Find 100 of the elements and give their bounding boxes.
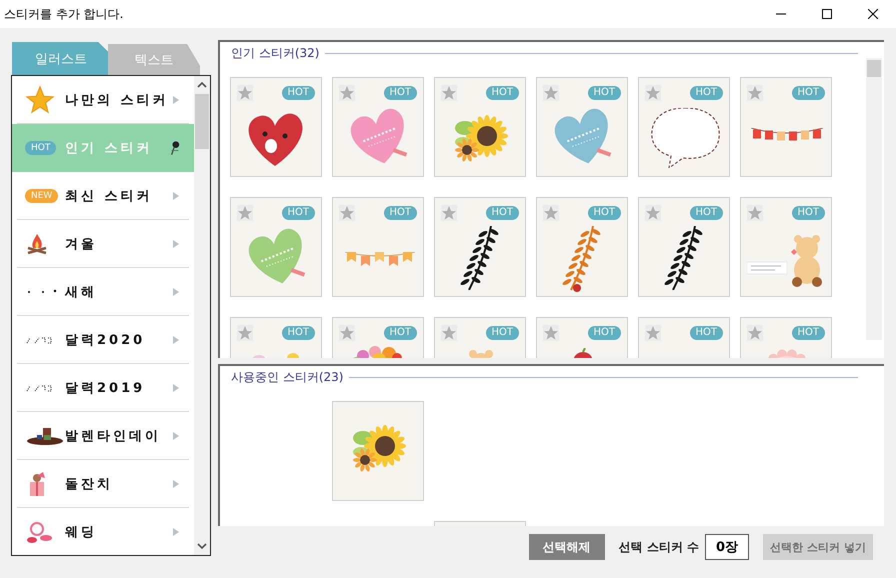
triangle-right-icon[interactable] xyxy=(173,192,179,200)
count-field: 0장 xyxy=(705,534,749,560)
category-label: 돌잔치 xyxy=(65,476,114,492)
hot-badge: HOT xyxy=(486,326,519,340)
category-item[interactable]: 새해 xyxy=(17,268,189,316)
triangle-right-icon[interactable] xyxy=(173,96,179,104)
star-icon[interactable] xyxy=(441,205,457,221)
triangle-right-icon[interactable] xyxy=(173,240,179,248)
star-icon[interactable] xyxy=(339,205,355,221)
sticker-tile[interactable]: HOT xyxy=(332,77,424,177)
category-item[interactable]: 웨딩 xyxy=(17,508,189,555)
triangle-right-icon[interactable] xyxy=(173,336,179,344)
star-icon[interactable] xyxy=(543,325,559,341)
hot-badge: HOT xyxy=(690,326,723,340)
triangle-right-icon[interactable] xyxy=(173,288,179,296)
sticker-tile[interactable]: HOT xyxy=(434,77,526,177)
sticker-tile[interactable]: HOT xyxy=(536,77,628,177)
category-item[interactable]: 달력2019 xyxy=(17,364,189,412)
chocolate-box-icon xyxy=(25,426,65,446)
sticker-tile[interactable]: HOT xyxy=(434,197,526,297)
close-icon xyxy=(868,9,878,19)
chevron-up-icon[interactable] xyxy=(197,81,207,89)
star-icon[interactable] xyxy=(237,205,253,221)
window-title: 스티커를 추가 합니다. xyxy=(3,6,124,22)
sticker-tile[interactable] xyxy=(332,401,424,501)
sticker-tile[interactable]: HOT xyxy=(434,317,526,358)
triangle-right-icon[interactable] xyxy=(173,480,179,488)
sticker-tile[interactable]: HOT xyxy=(638,317,730,358)
category-item[interactable]: 돌잔치 xyxy=(17,460,189,508)
category-item[interactable]: HOT 인기 스티커 xyxy=(12,124,194,172)
scrollbar-thumb[interactable] xyxy=(195,94,209,149)
sticker-tile[interactable]: HOT xyxy=(536,317,628,358)
star-icon[interactable] xyxy=(645,325,661,341)
hot-badge: HOT xyxy=(792,206,825,220)
triangle-right-icon[interactable] xyxy=(173,528,179,536)
sticker-tile[interactable]: HOT xyxy=(740,197,832,297)
triangle-right-icon[interactable] xyxy=(173,384,179,392)
sticker-tile[interactable]: HOT xyxy=(740,77,832,177)
section-title: 인기 스티커(32) xyxy=(231,45,320,62)
hot-badge: HOT xyxy=(282,86,315,100)
star-icon[interactable] xyxy=(441,325,457,341)
deselect-button[interactable]: 선택해제 xyxy=(528,534,605,560)
autumn-twig-drawing xyxy=(561,226,602,292)
star-icon[interactable] xyxy=(339,325,355,341)
hot-badge: HOT xyxy=(384,86,417,100)
star-icon[interactable] xyxy=(747,205,763,221)
sticker-tile[interactable]: HOT xyxy=(536,197,628,297)
star-icon[interactable] xyxy=(747,325,763,341)
sticker-tile[interactable]: HOT xyxy=(230,197,322,297)
hot-badge: HOT xyxy=(792,86,825,100)
hot-badge: HOT xyxy=(282,206,315,220)
hot-badge: HOT xyxy=(588,326,621,340)
count-label: 선택 스티커 수 xyxy=(618,538,699,556)
star-icon[interactable] xyxy=(237,85,253,101)
hot-badge: HOT xyxy=(588,206,621,220)
sticker-tile[interactable]: HOT xyxy=(638,77,730,177)
sunflower-drawing xyxy=(455,115,508,163)
section-title: 사용중인 스티커(23) xyxy=(231,369,344,386)
star-icon[interactable] xyxy=(645,85,661,101)
chevron-down-icon[interactable] xyxy=(197,542,207,550)
leaf-branch-drawing xyxy=(459,226,500,290)
star-icon[interactable] xyxy=(339,85,355,101)
sticker-tile[interactable]: HOT xyxy=(332,197,424,297)
maximize-icon xyxy=(822,9,832,19)
category-item[interactable]: 발렌타인데이 xyxy=(17,412,189,460)
category-label: 최신 스티커 xyxy=(65,188,154,204)
star-icon[interactable] xyxy=(543,85,559,101)
campfire-icon xyxy=(25,232,49,256)
bunting-drawing xyxy=(345,252,415,266)
star-icon[interactable] xyxy=(543,205,559,221)
star-icon[interactable] xyxy=(645,205,661,221)
star-icon[interactable] xyxy=(237,325,253,341)
tab[interactable]: 텍스트 xyxy=(108,44,200,75)
scrollbar-thumb[interactable] xyxy=(867,60,881,77)
sunflower-drawing xyxy=(353,425,406,473)
category-label: 겨울 xyxy=(65,236,98,252)
sticker-tile[interactable]: HOT xyxy=(638,197,730,297)
hot-badge: HOT xyxy=(486,206,519,220)
sticker-tile[interactable]: HOT xyxy=(332,317,424,358)
category-badge: NEW xyxy=(25,188,58,202)
hot-badge: HOT xyxy=(690,86,723,100)
category-item[interactable]: NEW 최신 스티커 xyxy=(17,172,189,220)
tab[interactable]: 일러스트 xyxy=(12,42,110,75)
category-label: 새해 xyxy=(65,284,98,300)
leaf-branch-drawing xyxy=(663,226,704,290)
hot-badge: HOT xyxy=(690,206,723,220)
category-label: 웨딩 xyxy=(65,524,98,540)
category-item[interactable]: 겨울 xyxy=(17,220,189,268)
category-item[interactable]: 달력2020 xyxy=(17,316,189,364)
hot-badge: HOT xyxy=(792,326,825,340)
sticker-tile[interactable]: HOT xyxy=(230,77,322,177)
star-icon[interactable] xyxy=(747,85,763,101)
category-badge: HOT xyxy=(25,140,56,154)
sticker-tile[interactable]: HOT xyxy=(740,317,832,358)
triangle-right-icon[interactable] xyxy=(173,432,179,440)
roses-icon xyxy=(25,520,53,544)
sticker-tile[interactable]: HOT xyxy=(230,317,322,358)
hot-badge: HOT xyxy=(384,206,417,220)
hot-badge: HOT xyxy=(384,326,417,340)
star-icon[interactable] xyxy=(441,85,457,101)
